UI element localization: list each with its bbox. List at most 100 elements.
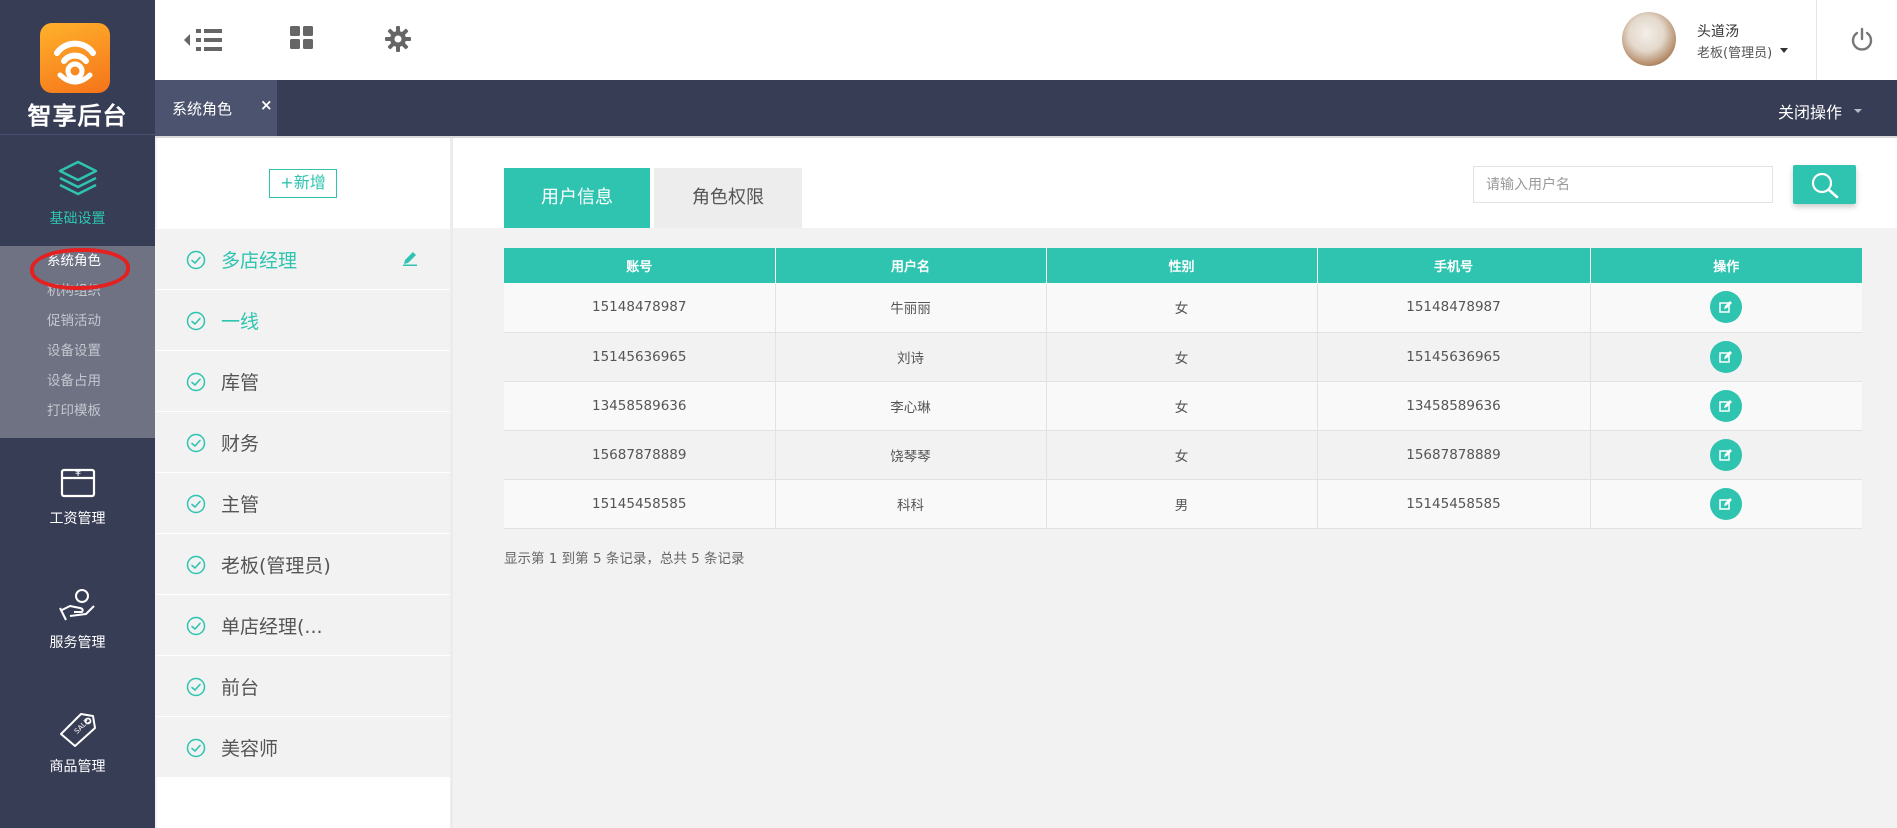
pagination-info: 显示第 1 到第 5 条记录，总共 5 条记录 (504, 551, 745, 567)
tab-bar: 系统角色 × 关闭操作 (155, 80, 1897, 136)
salary-box-icon: ¥ (60, 468, 95, 498)
table-row: 15687878889 饶琴琴女 15687878889 (504, 430, 1862, 480)
tab-label: 系统角色 (172, 100, 233, 118)
search-button[interactable] (1793, 165, 1856, 204)
cell-account: 15687878889 (504, 430, 776, 480)
chevron-down-icon[interactable] (1854, 109, 1862, 113)
cell-username: 科科 (775, 479, 1047, 529)
table-row: 15148478987 牛丽丽女 15148478987 (504, 283, 1862, 333)
close-icon[interactable]: × (260, 96, 273, 114)
nav-goods-label: 商品管理 (49, 759, 106, 775)
role-item-label: 多店经理 (221, 250, 298, 272)
edit-row-button[interactable] (1710, 389, 1743, 422)
role-item[interactable]: 财务 (157, 412, 450, 473)
cell-gender: 男 (1046, 479, 1318, 529)
role-item[interactable]: 多店经理 (157, 229, 450, 290)
role-list: 多店经理一线 库管财务主管老板(管理员) 单店经理(... 前台美容师 (157, 229, 450, 778)
edit-icon (1719, 497, 1733, 510)
cell-phone: 15145458585 (1317, 479, 1591, 529)
role-item[interactable]: 老板(管理员) (157, 534, 450, 595)
chevron-down-icon[interactable] (1780, 48, 1788, 53)
check-circle-icon (186, 311, 206, 335)
check-circle-icon (186, 555, 206, 579)
cell-phone: 15687878889 (1317, 430, 1591, 480)
role-item-label: 老板(管理员) (221, 555, 331, 577)
edit-row-button[interactable] (1710, 487, 1743, 520)
power-icon[interactable] (1849, 27, 1875, 57)
nav-service[interactable]: 服务管理 (0, 584, 155, 652)
role-item-label: 前台 (221, 677, 260, 699)
role-item[interactable]: 一线 (157, 290, 450, 351)
column-header-username[interactable]: 用户名 (775, 248, 1047, 283)
grid-apps-icon[interactable] (289, 25, 315, 55)
role-item[interactable]: 前台 (157, 656, 450, 717)
search-input[interactable] (1473, 166, 1773, 203)
table-row: 13458589636 李心琳女 13458589636 (504, 381, 1862, 431)
edit-row-button[interactable] (1710, 291, 1743, 324)
cell-gender: 女 (1046, 430, 1318, 480)
table-header-row: 账号 用户名 性别 手机号 操作 (504, 248, 1862, 283)
role-item-label: 单店经理(... (221, 616, 323, 638)
add-role-button[interactable]: +新增 (269, 169, 337, 198)
tab-role-permissions[interactable]: 角色权限 (654, 168, 802, 228)
cell-account: 15145458585 (504, 479, 776, 529)
table-row: 15145458585 科科男 15145458585 (504, 479, 1862, 529)
user-role-dropdown[interactable]: 老板(管理员) (1697, 42, 1772, 61)
cell-username: 牛丽丽 (775, 283, 1047, 333)
edit-icon (1719, 448, 1733, 461)
brand-name: 智享后台 (27, 102, 128, 130)
cell-actions (1590, 430, 1862, 480)
role-item[interactable]: 库管 (157, 351, 450, 412)
tab-user-info[interactable]: 用户信息 (504, 168, 650, 228)
tab-system-role[interactable]: 系统角色 × (155, 80, 277, 136)
sale-tag-icon: SALE (59, 713, 96, 747)
cell-phone: 15148478987 (1317, 283, 1591, 333)
cell-gender: 女 (1046, 332, 1318, 382)
layers-icon (58, 160, 97, 196)
cell-account: 13458589636 (504, 381, 776, 431)
nav-salary-label: 工资管理 (49, 511, 106, 527)
cell-phone: 13458589636 (1317, 381, 1591, 431)
submenu-item-device-settings[interactable]: 设备设置 (0, 336, 155, 366)
user-name: 头道汤 (1697, 24, 1739, 40)
collapse-menu-icon[interactable] (182, 25, 226, 59)
avatar[interactable] (1622, 12, 1676, 66)
edit-row-button[interactable] (1710, 340, 1743, 373)
role-item-label: 财务 (221, 433, 260, 455)
cell-gender: 女 (1046, 283, 1318, 333)
role-item[interactable]: 单店经理(... (157, 595, 450, 656)
content-header: 用户信息 角色权限 (453, 138, 1897, 228)
cell-phone: 15145636965 (1317, 332, 1591, 382)
cell-account: 15145636965 (504, 332, 776, 382)
nav-salary[interactable]: ¥ 工资管理 (0, 462, 155, 528)
nav-basic-settings[interactable]: 基础设置 (0, 158, 155, 228)
column-header-account[interactable]: 账号 (504, 248, 776, 283)
divider (450, 138, 453, 828)
sidebar: 智享后台 基础设置 系统角色 机构组织 促销活动 设备设置 设备占用 打印模板 … (0, 0, 155, 828)
check-circle-icon (186, 738, 206, 762)
nav-goods[interactable]: SALE 商品管理 (0, 708, 155, 776)
edit-icon[interactable] (402, 250, 418, 270)
close-operations-dropdown[interactable]: 关闭操作 (1778, 99, 1842, 123)
submenu-item-print-template[interactable]: 打印模板 (0, 396, 155, 426)
column-header-phone[interactable]: 手机号 (1317, 248, 1591, 283)
check-circle-icon (186, 250, 206, 274)
wifi-logo-icon (40, 23, 110, 93)
column-header-actions: 操作 (1590, 248, 1862, 283)
role-item[interactable]: 主管 (157, 473, 450, 534)
edit-row-button[interactable] (1710, 438, 1743, 471)
check-circle-icon (186, 372, 206, 396)
role-item[interactable]: 美容师 (157, 717, 450, 778)
submenu-item-promotion[interactable]: 促销活动 (0, 306, 155, 336)
role-item-label: 美容师 (221, 738, 279, 760)
submenu-item-device-usage[interactable]: 设备占用 (0, 366, 155, 396)
cell-username: 李心琳 (775, 381, 1047, 431)
user-table: 账号 用户名 性别 手机号 操作 15148478987 牛丽丽女 15148478… (504, 248, 1862, 529)
role-item-label: 主管 (221, 494, 260, 516)
gear-icon[interactable] (384, 25, 412, 57)
column-header-gender[interactable]: 性别 (1046, 248, 1318, 283)
edit-icon (1719, 301, 1733, 313)
cell-actions (1590, 479, 1862, 529)
nav-service-label: 服务管理 (49, 635, 106, 651)
check-circle-icon (186, 616, 206, 640)
